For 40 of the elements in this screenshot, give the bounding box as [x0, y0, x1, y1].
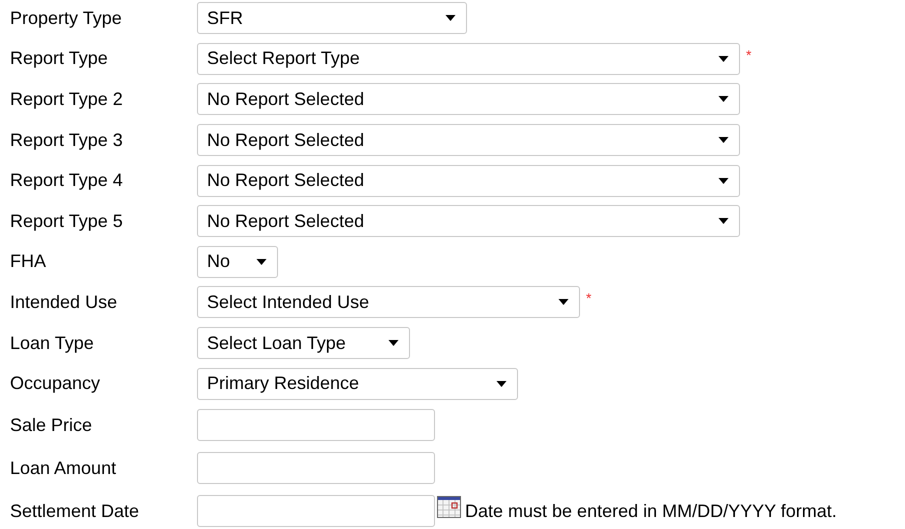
field-label: FHA [10, 251, 47, 272]
caret-icon [256, 258, 267, 265]
caret-icon [388, 340, 399, 346]
required-mark: * [586, 290, 592, 306]
required-mark: * [746, 46, 752, 63]
field-label: Report Type 3 [10, 130, 124, 151]
field-label: Report Type 4 [10, 170, 124, 192]
field-label: Property Type [10, 8, 123, 29]
calendar-icon[interactable] [437, 496, 461, 518]
caret-icon [496, 380, 507, 387]
dropdown[interactable]: No [197, 246, 278, 278]
dropdown[interactable]: Primary Residence [197, 368, 518, 400]
date-format-hint: Date must be entered in MM/DD/YYYY format. [465, 500, 837, 522]
input-field[interactable] [197, 409, 435, 442]
field-label: Sale Price [10, 414, 94, 436]
caret-icon [718, 96, 729, 102]
dropdown[interactable]: No Report Selected [197, 205, 740, 238]
caret-icon [445, 15, 456, 22]
dropdown[interactable]: SFR [197, 2, 467, 34]
dropdown[interactable]: No Report Selected [197, 124, 740, 156]
caret-icon [718, 218, 729, 224]
field-label: Settlement Date [10, 500, 140, 522]
caret-icon [558, 299, 569, 306]
field-label: Report Type 5 [10, 210, 124, 232]
field-label: Intended Use [10, 292, 118, 313]
caret-icon [718, 137, 729, 144]
field-label: Loan Type [10, 332, 95, 354]
dropdown[interactable]: Select Report Type [197, 42, 740, 75]
dropdown[interactable]: No Report Selected [197, 83, 740, 116]
caret-icon [718, 178, 729, 184]
dropdown[interactable]: No Report Selected [197, 164, 740, 197]
field-label: Loan Amount [10, 458, 118, 479]
field-label: Occupancy [10, 373, 102, 394]
input-field[interactable] [197, 452, 435, 484]
field-label: Report Type 2 [10, 88, 124, 110]
field-label: Report Type [10, 48, 109, 70]
input-field[interactable] [197, 495, 435, 528]
dropdown[interactable]: Select Intended Use [197, 286, 580, 318]
dropdown[interactable]: Select Loan Type [197, 327, 410, 360]
caret-icon [718, 56, 729, 62]
